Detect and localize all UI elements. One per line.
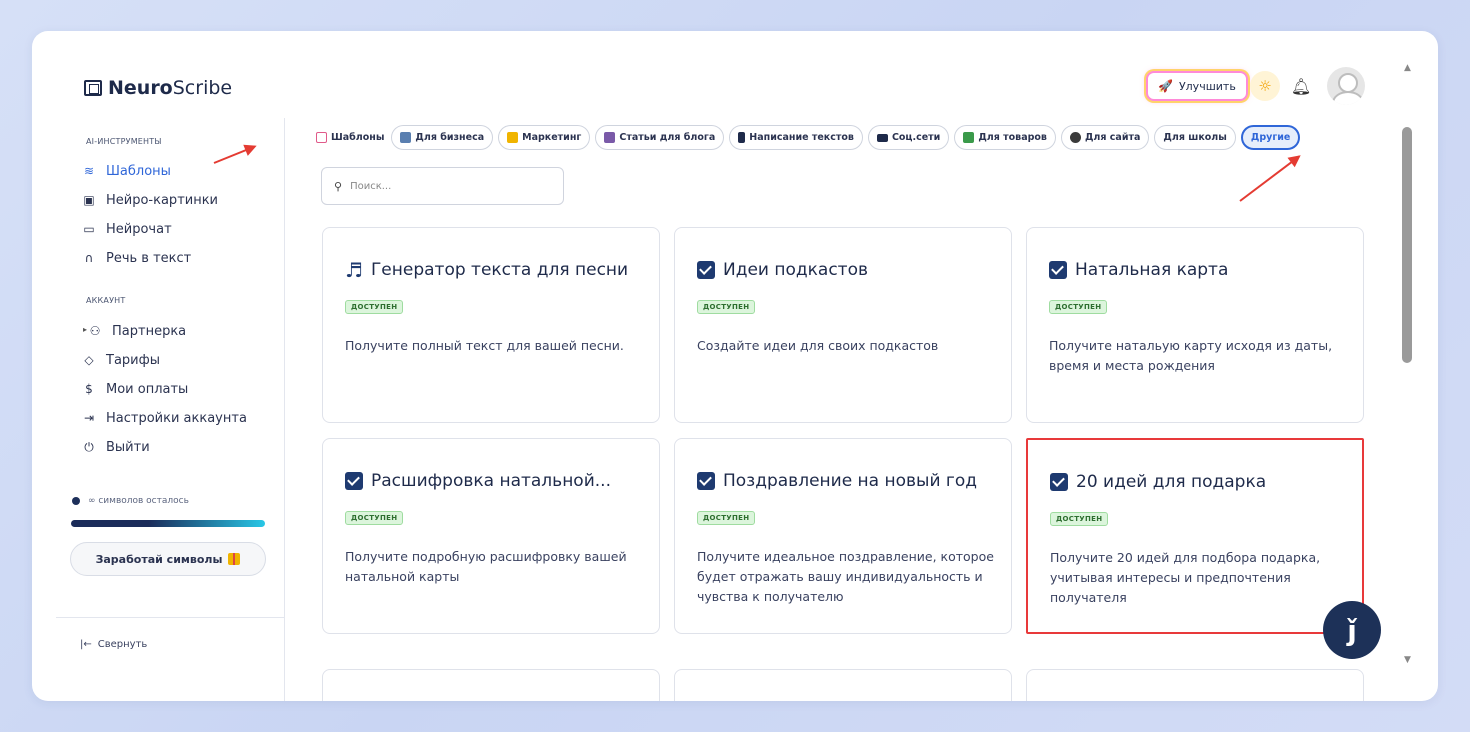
headphones-icon: ∩ <box>84 251 94 265</box>
chip-templates[interactable]: Шаблоны <box>314 125 387 150</box>
caret-right-icon[interactable]: ▸ <box>83 325 87 334</box>
checkbox-icon <box>345 472 363 490</box>
chip-blog-articles[interactable]: Статьи для блога <box>595 125 725 150</box>
sidebar-item-account-settings[interactable]: ⇥ Настройки аккаунта <box>82 407 247 429</box>
chip-marketing[interactable]: Маркетинг <box>498 125 591 150</box>
app-window: NeuroScribe 🚀 Улучшить ☼ 🔔︎ ▲ ▼ AI-ИНСТР… <box>32 31 1438 701</box>
status-badge: ДОСТУПЕН <box>1050 512 1109 526</box>
template-card[interactable] <box>1026 669 1364 701</box>
search-input[interactable]: ⚲ Поиск... <box>321 167 564 205</box>
collapse-icon: |← <box>80 639 92 650</box>
books-icon <box>604 132 616 143</box>
template-card[interactable] <box>322 669 660 701</box>
checkbox-icon <box>697 472 715 490</box>
status-dot <box>72 497 80 505</box>
symbols-progress-bar <box>71 520 265 527</box>
annotation-arrow <box>1239 155 1300 202</box>
rocket-icon: 🚀 <box>1158 79 1173 93</box>
chip-website[interactable]: Для сайта <box>1060 125 1150 150</box>
template-card-highlighted[interactable]: 20 идей для подарка ДОСТУПЕН Получите 20… <box>1026 438 1364 634</box>
scroll-down-arrow-icon[interactable]: ▼ <box>1404 655 1411 665</box>
music-note-icon: ♬ <box>345 258 363 282</box>
avatar[interactable] <box>1327 67 1365 105</box>
chip-products[interactable]: Для товаров <box>954 125 1056 150</box>
image-icon: ▣ <box>83 193 95 207</box>
memo-icon <box>507 132 519 143</box>
template-card[interactable]: Расшифровка натальной... ДОСТУПЕН Получи… <box>322 438 660 634</box>
sidebar-item-logout[interactable]: ⏻ Выйти <box>82 436 149 458</box>
status-badge: ДОСТУПЕН <box>697 511 756 525</box>
checkbox-icon <box>1049 261 1067 279</box>
login-icon: ⇥ <box>83 411 95 425</box>
sidebar-item-speech-to-text[interactable]: ∩ Речь в текст <box>82 247 192 269</box>
phone-icon <box>738 132 746 143</box>
power-icon: ⏻ <box>84 439 94 454</box>
layers-icon: ≋ <box>83 164 95 178</box>
sidebar-item-payments[interactable]: $ Мои оплаты <box>82 378 188 400</box>
assistant-icon: ǰ <box>1347 613 1357 647</box>
template-card[interactable] <box>674 669 1012 701</box>
checkbox-icon <box>697 261 715 279</box>
template-card[interactable]: Натальная карта ДОСТУПЕН Получите наталь… <box>1026 227 1364 423</box>
robot-icon <box>1069 132 1081 143</box>
chip-text-writing[interactable]: Написание текстов <box>729 125 863 150</box>
chat-fab-button[interactable]: ǰ <box>1323 601 1381 659</box>
dollar-icon: $ <box>85 382 93 396</box>
upgrade-button[interactable]: 🚀 Улучшить <box>1146 71 1248 101</box>
sidebar-item-neurochat[interactable]: ▭ Нейрочат <box>82 218 171 240</box>
sidebar: AI-ИНСТРУМЕНТЫ ≋ Шаблоны ▣ Нейро-картинк… <box>32 118 285 701</box>
collapse-button[interactable]: |← Свернуть <box>80 639 147 650</box>
status-badge: ДОСТУПЕН <box>345 300 404 314</box>
checkbox-icon <box>316 132 327 143</box>
bell-icon[interactable]: 🔔︎ <box>1288 73 1314 99</box>
chip-school[interactable]: Для школы <box>1154 125 1236 150</box>
template-card[interactable]: Поздравление на новый год ДОСТУПЕН Получ… <box>674 438 1012 634</box>
template-card[interactable]: ♬ Генератор текста для песни ДОСТУПЕН По… <box>322 227 660 423</box>
search-icon: ⚲ <box>334 179 343 193</box>
tag-icon: ◇ <box>84 353 94 367</box>
earn-symbols-button[interactable]: Заработай символы <box>70 542 266 576</box>
template-card[interactable]: Идеи подкастов ДОСТУПЕН Создайте идеи дл… <box>674 227 1012 423</box>
ledger-icon <box>963 132 975 143</box>
status-badge: ДОСТУПЕН <box>697 300 756 314</box>
logo-icon <box>84 80 102 96</box>
scrollbar-thumb[interactable] <box>1402 127 1412 363</box>
section-label-tools: AI-ИНСТРУМЕНТЫ <box>86 137 162 146</box>
status-badge: ДОСТУПЕН <box>1049 300 1108 314</box>
chip-social[interactable]: Соц.сети <box>867 125 950 150</box>
sidebar-item-partner[interactable]: ⚇ Партнерка <box>88 320 187 342</box>
chip-other[interactable]: Другие <box>1240 125 1301 150</box>
status-badge: ДОСТУПЕН <box>345 511 404 525</box>
scroll-up-arrow-icon[interactable]: ▲ <box>1404 63 1411 73</box>
sidebar-item-tariffs[interactable]: ◇ Тарифы <box>82 349 160 371</box>
gift-icon <box>228 553 241 565</box>
sidebar-item-templates[interactable]: ≋ Шаблоны <box>82 160 171 182</box>
checkbox-icon <box>1050 473 1068 491</box>
chip-business[interactable]: Для бизнеса <box>391 125 494 150</box>
sidebar-item-neuro-images[interactable]: ▣ Нейро-картинки <box>82 189 218 211</box>
section-label-account: АККАУНТ <box>86 296 126 305</box>
category-chips: Шаблоны Для бизнеса Маркетинг Статьи для… <box>314 125 1301 150</box>
business-icon <box>400 132 412 143</box>
logo[interactable]: NeuroScribe <box>84 77 232 99</box>
laptop-icon <box>876 133 888 142</box>
divider <box>56 617 284 618</box>
chat-icon: ▭ <box>83 222 95 236</box>
symbols-remaining: ∞ символов осталось <box>72 496 189 506</box>
users-icon: ⚇ <box>89 324 101 338</box>
theme-toggle-sun-icon[interactable]: ☼ <box>1250 71 1280 101</box>
